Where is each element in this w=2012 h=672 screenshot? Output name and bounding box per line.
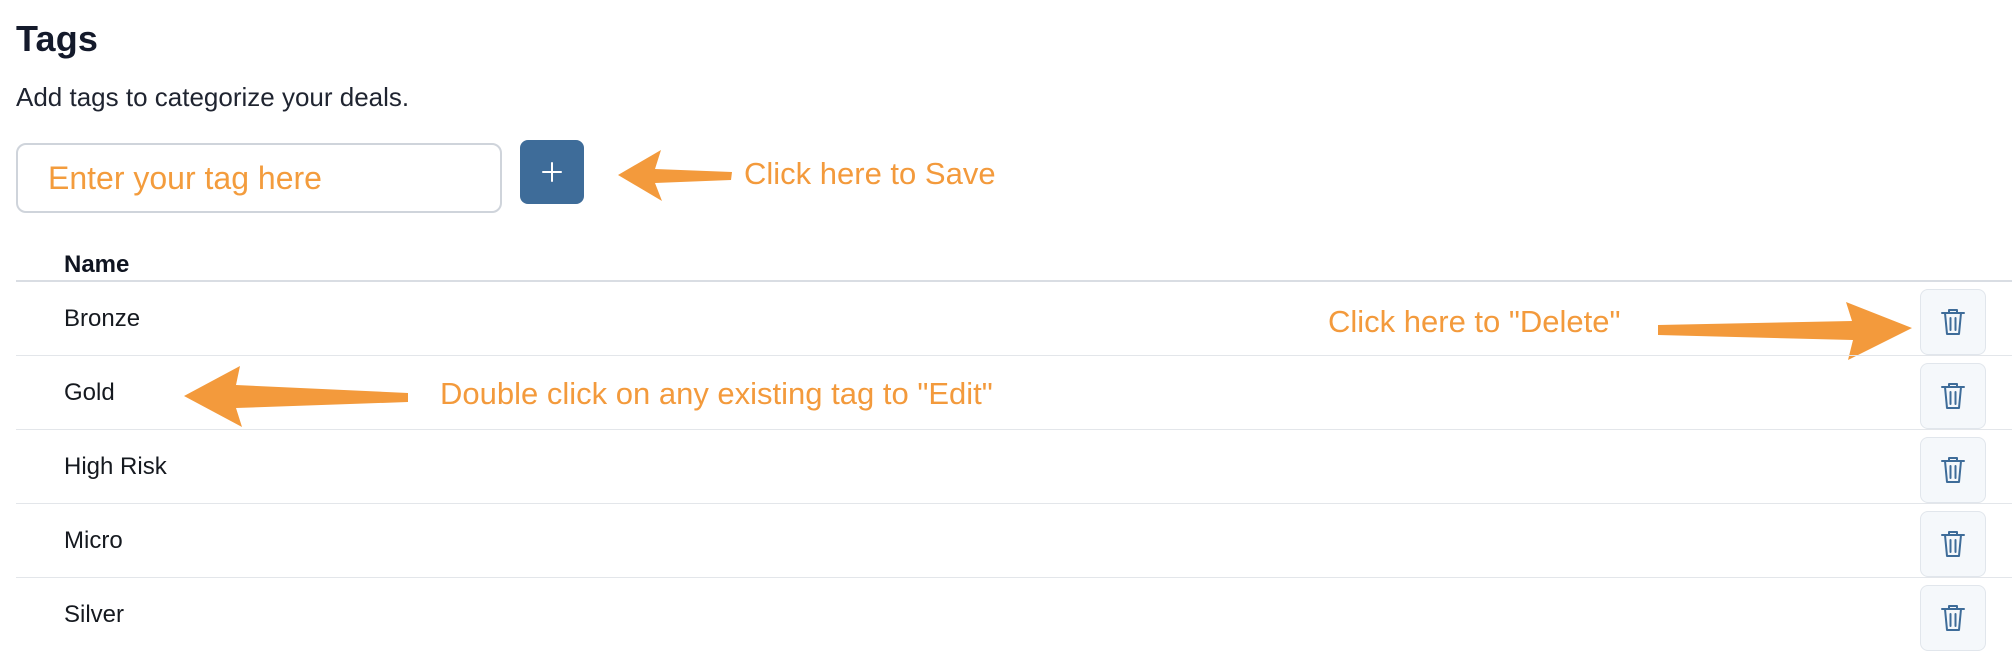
trash-icon — [1941, 457, 1965, 483]
tags-table: Name Bronze Gold High Risk Micro Silver — [16, 243, 2012, 652]
trash-icon — [1941, 605, 1965, 631]
tag-input[interactable] — [16, 143, 502, 213]
trash-icon — [1941, 309, 1965, 335]
name-column-header: Name — [16, 243, 2012, 282]
tag-name[interactable]: Bronze — [16, 305, 140, 333]
plus-icon — [542, 162, 562, 182]
table-row[interactable]: Bronze — [16, 282, 2012, 356]
save-hint-label: Click here to Save — [744, 156, 996, 191]
table-row[interactable]: Gold — [16, 356, 2012, 430]
table-row[interactable]: Silver — [16, 578, 2012, 652]
delete-button[interactable] — [1920, 511, 1986, 577]
delete-button[interactable] — [1920, 363, 1986, 429]
delete-button[interactable] — [1920, 437, 1986, 503]
tag-name[interactable]: Micro — [16, 527, 123, 555]
table-row[interactable]: Micro — [16, 504, 2012, 578]
save-arrow — [618, 150, 732, 201]
add-tag-button[interactable] — [520, 140, 584, 204]
delete-button[interactable] — [1920, 289, 1986, 355]
tag-name[interactable]: High Risk — [16, 453, 167, 481]
trash-icon — [1941, 531, 1965, 557]
trash-icon — [1941, 383, 1965, 409]
tag-name[interactable]: Gold — [16, 379, 115, 407]
page-subtitle: Add tags to categorize your deals. — [16, 82, 410, 112]
delete-button[interactable] — [1920, 585, 1986, 651]
table-row[interactable]: High Risk — [16, 430, 2012, 504]
page-title: Tags — [16, 18, 99, 59]
tag-name[interactable]: Silver — [16, 601, 124, 629]
